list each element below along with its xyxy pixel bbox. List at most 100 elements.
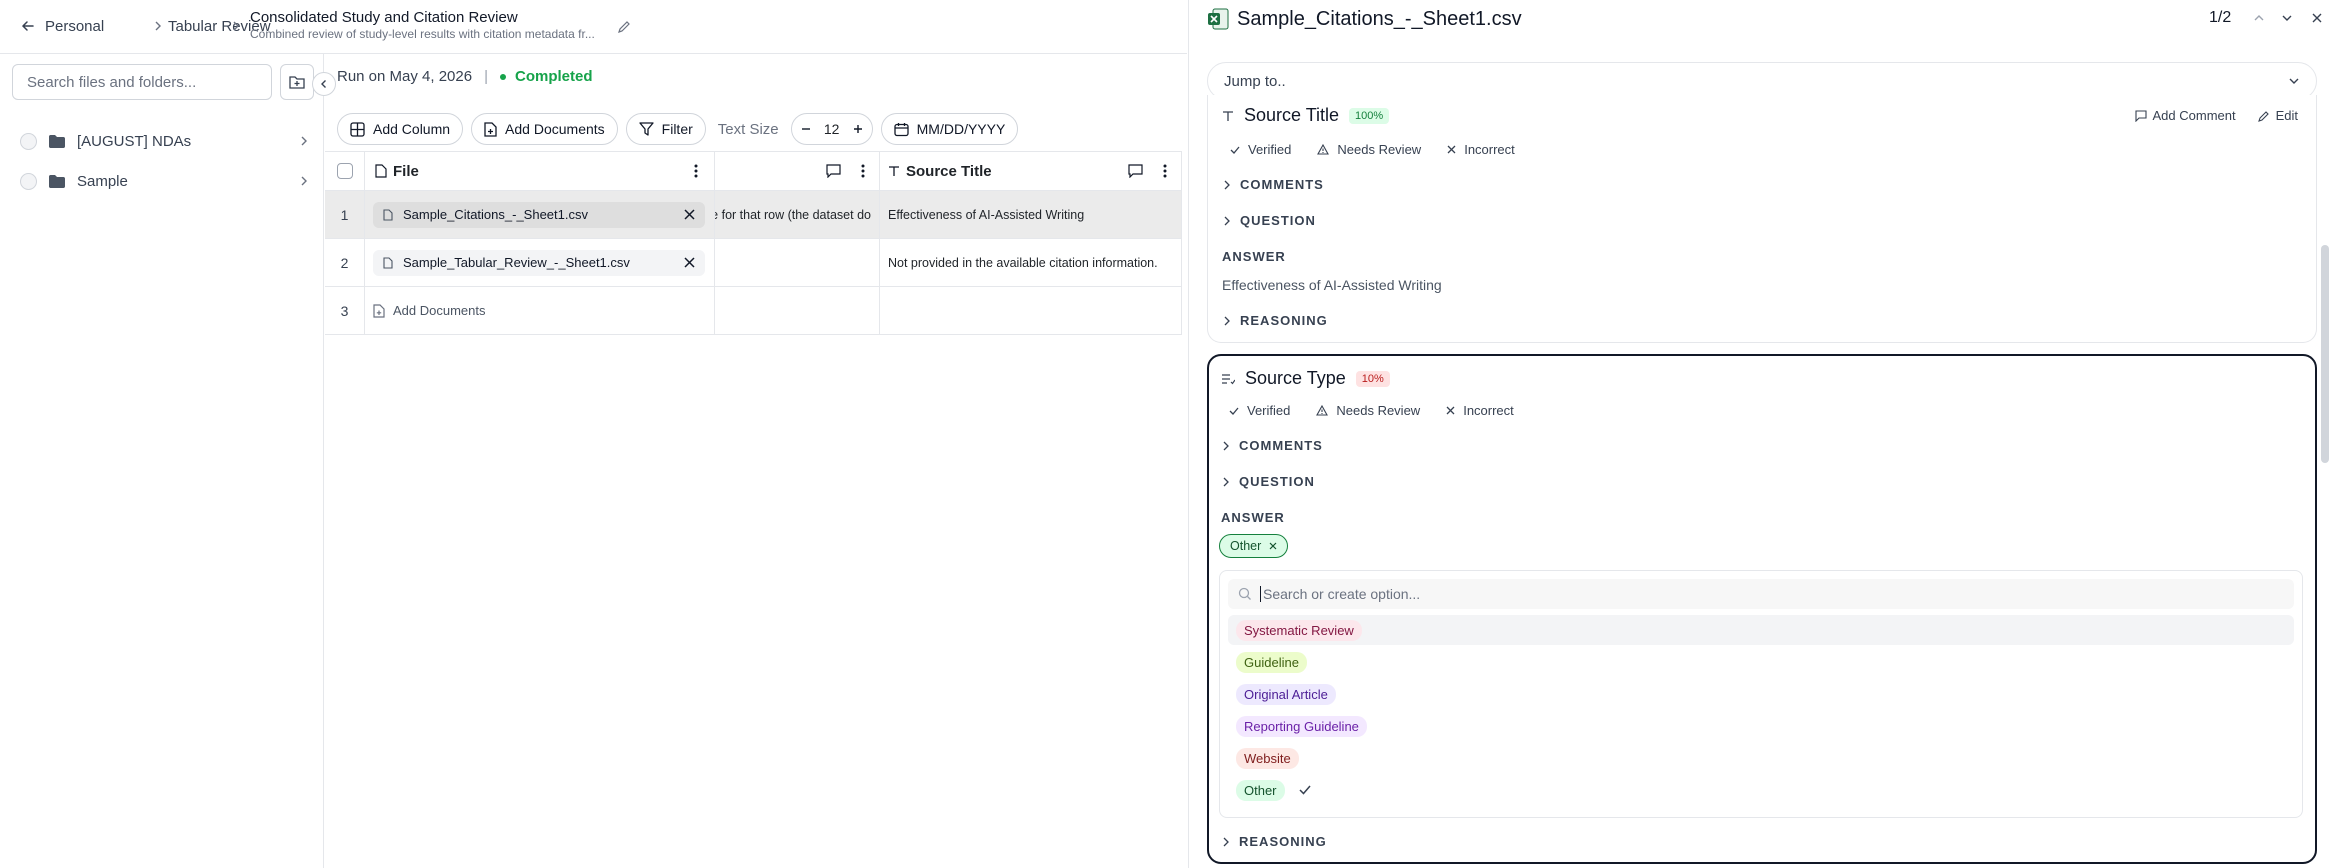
arrow-left-icon[interactable] [20, 18, 36, 34]
breadcrumb-personal[interactable]: Personal [45, 18, 104, 35]
document-title: Consolidated Study and Citation Review [250, 9, 518, 26]
filter-label: Filter [661, 121, 693, 137]
text-cursor [1260, 586, 1261, 602]
edit-button[interactable]: Edit [2257, 108, 2298, 123]
source-title-card: Source Title 100% Add Comment Edit Verif… [1207, 95, 2317, 343]
option-search-input[interactable]: Search or create option... [1228, 579, 2294, 609]
middle-cell[interactable]: e for that row (the dataset do [715, 191, 880, 239]
chevron-right-icon[interactable] [298, 135, 310, 147]
needs-review-button[interactable]: Needs Review [1316, 403, 1420, 418]
plus-icon[interactable] [852, 123, 864, 135]
header-middle[interactable] [715, 151, 880, 191]
question-toggle[interactable]: QUESTION [1222, 213, 1316, 228]
needs-review-button[interactable]: Needs Review [1317, 142, 1421, 157]
comments-toggle[interactable]: COMMENTS [1221, 438, 1323, 453]
file-cell[interactable]: Sample_Citations_-_Sheet1.csv [365, 191, 715, 239]
answer-label: ANSWER [1222, 249, 1286, 264]
file-name: Sample_Tabular_Review_-_Sheet1.csv [403, 255, 630, 270]
chevron-right-icon[interactable] [298, 175, 310, 187]
folder-icon [49, 134, 65, 148]
option-search-placeholder: Search or create option... [1263, 586, 1421, 602]
run-separator: | [484, 68, 488, 85]
close-icon[interactable] [1269, 542, 1277, 550]
option-item-website[interactable]: Website [1228, 743, 2294, 773]
search-files-input[interactable]: Search files and folders... [12, 64, 272, 100]
question-toggle[interactable]: QUESTION [1221, 474, 1315, 489]
comment-icon[interactable] [826, 164, 841, 178]
review-status-row: Verified Needs Review Incorrect [1229, 403, 1514, 418]
source-title-cell[interactable]: Not provided in the available citation i… [880, 239, 1182, 287]
option-item-reporting-guideline[interactable]: Reporting Guideline [1228, 711, 2294, 741]
option-label: Guideline [1236, 651, 1307, 673]
pencil-icon[interactable] [617, 20, 631, 34]
incorrect-button[interactable]: Incorrect [1446, 403, 1514, 418]
comment-icon[interactable] [1128, 164, 1143, 178]
source-title-cell[interactable]: Effectiveness of AI-Assisted Writing [880, 191, 1182, 239]
option-item-guideline[interactable]: Guideline [1228, 647, 2294, 677]
add-column-button[interactable]: Add Column [337, 113, 464, 145]
folder-label: [AUGUST] NDAs [77, 132, 192, 150]
verified-button[interactable]: Verified [1230, 142, 1291, 157]
option-label: Other [1236, 779, 1285, 801]
reasoning-toggle[interactable]: REASONING [1221, 834, 1327, 849]
chevron-right-icon [1221, 477, 1231, 487]
select-checkbox[interactable] [20, 172, 37, 190]
comment-icon [2134, 109, 2147, 122]
middle-cell[interactable] [715, 239, 880, 287]
file-chip[interactable]: Sample_Tabular_Review_-_Sheet1.csv [373, 249, 705, 276]
minus-icon[interactable] [800, 123, 812, 135]
file-sidebar: Search files and folders... [AUGUST] NDA… [0, 54, 336, 868]
close-icon[interactable] [684, 257, 695, 268]
header-source-title[interactable]: Source Title [880, 151, 1182, 191]
close-icon[interactable] [2311, 12, 2323, 24]
folder-item[interactable]: [AUGUST] NDAs [20, 126, 310, 156]
file-chip[interactable]: Sample_Citations_-_Sheet1.csv [373, 201, 705, 228]
folder-item[interactable]: Sample [20, 166, 310, 196]
header-file-label: File [393, 162, 419, 180]
chevron-right-icon [1222, 216, 1232, 226]
row-number: 3 [325, 287, 365, 335]
incorrect-button[interactable]: Incorrect [1447, 142, 1515, 157]
file-cell[interactable]: Sample_Tabular_Review_-_Sheet1.csv [365, 239, 715, 287]
panel-pager: 1/2 [2209, 9, 2232, 26]
select-all-checkbox[interactable] [336, 163, 353, 179]
empty-cell [715, 287, 880, 335]
header-source-title-label: Source Title [906, 162, 992, 180]
option-label: Website [1236, 747, 1299, 769]
source-type-card: Source Type 10% Verified Needs Review In… [1207, 354, 2317, 864]
add-documents-row-button[interactable]: Add Documents [365, 287, 715, 335]
filter-icon [639, 122, 654, 136]
add-documents-button[interactable]: Add Documents [471, 113, 618, 145]
file-icon [375, 164, 387, 178]
option-item-systematic-review[interactable]: Systematic Review [1228, 615, 2294, 645]
panel-file-name: Sample_Citations_-_Sheet1.csv [1237, 8, 1522, 30]
more-vertical-icon[interactable] [694, 164, 698, 178]
comments-toggle[interactable]: COMMENTS [1222, 177, 1324, 192]
reasoning-toggle[interactable]: REASONING [1222, 313, 1328, 328]
chevron-right-icon [230, 20, 242, 32]
more-vertical-icon[interactable] [861, 164, 865, 178]
close-icon[interactable] [684, 209, 695, 220]
option-item-other[interactable]: Other [1228, 775, 2294, 805]
selected-tag[interactable]: Other [1219, 534, 1289, 558]
text-type-icon [888, 165, 900, 177]
filter-button[interactable]: Filter [625, 113, 706, 145]
text-size-stepper[interactable]: 12 [790, 113, 873, 145]
chevron-down-icon[interactable] [2281, 12, 2293, 24]
verified-button[interactable]: Verified [1229, 403, 1290, 418]
reasoning-label: REASONING [1239, 834, 1327, 849]
selected-tag-label: Other [1230, 539, 1262, 553]
select-checkbox[interactable] [20, 132, 37, 150]
panel-scrollbar[interactable] [2321, 245, 2329, 463]
new-folder-button[interactable] [280, 64, 314, 100]
comments-label: COMMENTS [1240, 177, 1324, 192]
header-file[interactable]: File [365, 151, 715, 191]
more-vertical-icon[interactable] [1163, 164, 1167, 178]
option-item-original-article[interactable]: Original Article [1228, 679, 2294, 709]
add-comment-button[interactable]: Add Comment [2134, 108, 2236, 123]
date-format-button[interactable]: MM/DD/YYYY [880, 113, 1019, 145]
card-title: Source Type [1245, 368, 1346, 388]
text-size-value: 12 [823, 121, 840, 137]
chevron-up-icon[interactable] [2253, 12, 2265, 24]
options-dropdown: Search or create option... Systematic Re… [1219, 570, 2303, 818]
